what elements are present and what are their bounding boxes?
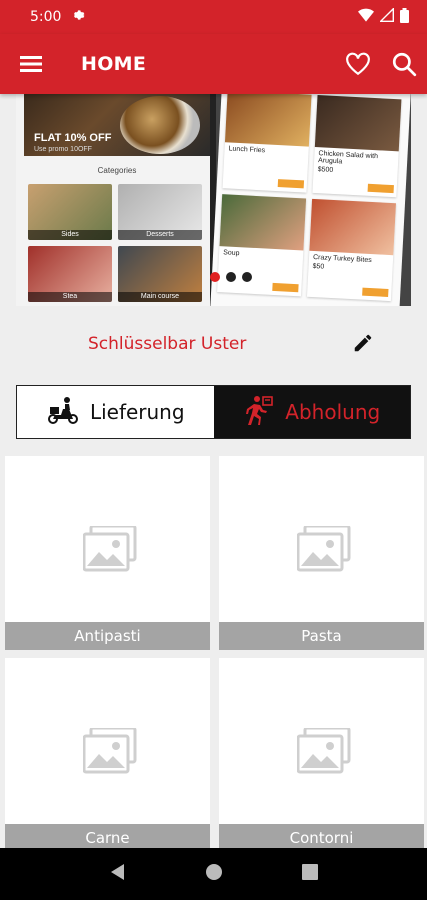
heart-icon[interactable] — [345, 51, 371, 77]
category-label: Pasta — [219, 622, 424, 650]
banner-category-tile: Stea — [28, 246, 112, 302]
food-plate-image — [120, 96, 200, 154]
banner-category-label: Main course — [118, 292, 202, 302]
wifi-icon — [358, 8, 374, 26]
pickup-label: Abholung — [285, 400, 381, 424]
search-icon[interactable] — [391, 51, 417, 77]
carousel-dot-active[interactable] — [210, 272, 220, 282]
banner-category-label: Stea — [28, 292, 112, 302]
system-nav-bar — [0, 848, 427, 900]
home-icon[interactable] — [205, 863, 223, 886]
pencil-icon[interactable] — [350, 330, 376, 356]
carousel-dot[interactable] — [226, 272, 236, 282]
delivery-option[interactable]: Lieferung — [17, 386, 214, 438]
banner-category-label: Sides — [28, 230, 112, 240]
banner-dish-card: Lunch Fries — [222, 94, 312, 193]
store-name: Schlüsselbar Uster — [88, 334, 247, 354]
signal-icon — [379, 7, 394, 26]
category-label: Carne — [5, 824, 210, 848]
image-placeholder-icon — [82, 726, 137, 774]
status-time: 5:00 — [30, 9, 62, 25]
promo-banner[interactable]: FLAT 10% OFF Use promo 10OFF Categories … — [16, 94, 411, 306]
page-title: HOME — [81, 53, 147, 75]
category-label: Contorni — [219, 824, 424, 848]
category-card-contorni[interactable]: Contorni — [219, 658, 424, 848]
banner-category-tile: Desserts — [118, 184, 202, 240]
category-label: Antipasti — [5, 622, 210, 650]
delivery-label: Lieferung — [89, 400, 185, 424]
recents-icon[interactable] — [301, 863, 318, 885]
banner-phone-mockup-left: FLAT 10% OFF Use promo 10OFF Categories … — [16, 94, 216, 306]
battery-icon — [400, 7, 409, 27]
settings-gear-icon — [71, 8, 85, 26]
category-card-antipasti[interactable]: Antipasti — [5, 456, 210, 650]
app-bar: HOME — [0, 34, 427, 94]
promo-subtext: Use promo 10OFF — [34, 146, 92, 153]
scooter-icon — [46, 395, 80, 430]
banner-categories-title: Categories — [97, 166, 137, 175]
banner-hero: FLAT 10% OFF Use promo 10OFF — [24, 94, 210, 156]
store-row: Schlüsselbar Uster — [0, 318, 427, 368]
category-card-carne[interactable]: Carne — [5, 658, 210, 848]
category-grid: Antipasti Pasta Carne Contorni — [0, 448, 427, 848]
category-card-pasta[interactable]: Pasta — [219, 456, 424, 650]
image-placeholder-icon — [82, 524, 137, 572]
back-icon[interactable] — [109, 863, 127, 886]
banner-dish-card: Chicken Salad with Arugula $500 — [312, 95, 402, 198]
status-bar: 5:00 — [0, 0, 427, 34]
menu-icon[interactable] — [18, 51, 44, 77]
running-person-icon — [243, 394, 275, 431]
image-placeholder-icon — [296, 524, 351, 572]
carousel-dots[interactable] — [210, 272, 252, 282]
image-placeholder-icon — [296, 726, 351, 774]
carousel-dot[interactable] — [242, 272, 252, 282]
promo-headline: FLAT 10% OFF — [34, 132, 112, 144]
banner-dish-card: Crazy Turkey Bites $50 — [306, 198, 396, 302]
banner-category-tile: Main course — [118, 246, 202, 302]
order-mode-toggle: Lieferung Abholung — [16, 385, 411, 439]
banner-category-tile: Sides — [28, 184, 112, 240]
banner-category-label: Desserts — [118, 230, 202, 240]
pickup-option[interactable]: Abholung — [213, 386, 410, 438]
